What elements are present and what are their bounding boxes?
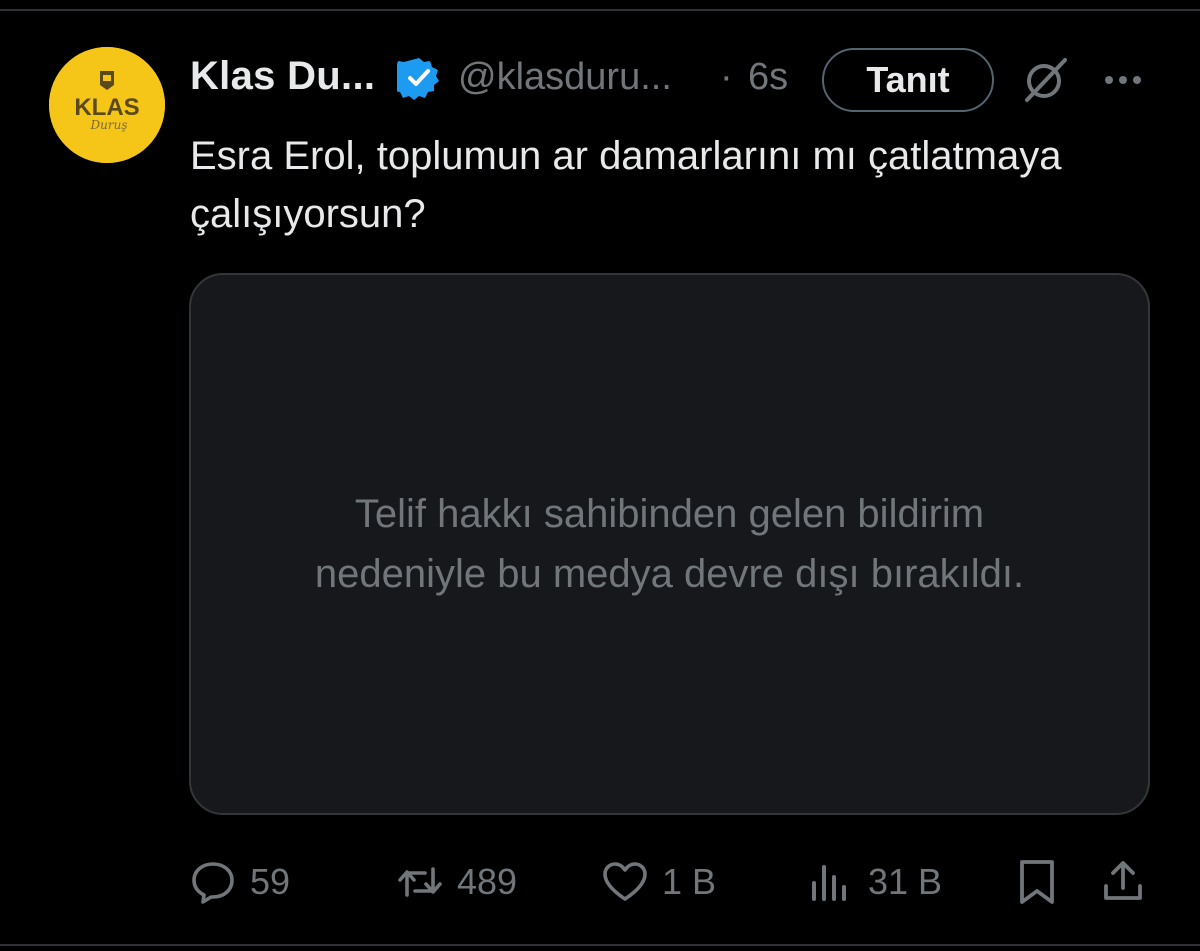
grok-slash-icon[interactable] bbox=[1018, 52, 1072, 106]
like-count: 1 B bbox=[662, 861, 717, 902]
promote-button[interactable]: Tanıt bbox=[822, 48, 994, 112]
svg-text:KLAS: KLAS bbox=[74, 94, 139, 121]
verified-badge-icon bbox=[397, 58, 439, 100]
views-button[interactable]: 31 B bbox=[808, 858, 942, 906]
reply-button[interactable]: 59 bbox=[190, 858, 290, 906]
views-chart-icon bbox=[812, 865, 846, 901]
repost-count: 489 bbox=[457, 861, 518, 902]
display-name[interactable]: Klas Du... bbox=[190, 54, 375, 99]
reply-icon bbox=[192, 862, 234, 904]
media-card[interactable]: Telif hakkı sahibinden gelen bildirim ne… bbox=[189, 273, 1150, 815]
repost-icon bbox=[398, 867, 442, 897]
more-horizontal-icon[interactable] bbox=[1100, 60, 1146, 100]
repost-button[interactable]: 489 bbox=[397, 858, 517, 906]
heart-icon bbox=[603, 862, 647, 901]
views-count: 31 B bbox=[868, 861, 943, 902]
klas-logo-icon: KLAS Duruş bbox=[49, 47, 165, 163]
avatar[interactable]: KLAS Duruş bbox=[49, 47, 165, 163]
tweet-header: Klas Du... @klasduru... · 6s Tanıt bbox=[190, 48, 1170, 112]
timestamp[interactable]: 6s bbox=[748, 56, 788, 99]
like-button[interactable]: 1 B bbox=[602, 858, 716, 906]
top-divider bbox=[0, 9, 1200, 11]
bookmark-icon[interactable] bbox=[1014, 858, 1060, 906]
separator-dot: · bbox=[720, 56, 733, 98]
handle[interactable]: @klasduru... bbox=[458, 56, 672, 99]
media-disabled-notice: Telif hakkı sahibinden gelen bildirim ne… bbox=[314, 492, 1025, 596]
bottom-divider bbox=[0, 944, 1200, 946]
share-icon[interactable] bbox=[1100, 858, 1146, 906]
reply-count: 59 bbox=[250, 861, 291, 902]
svg-text:Duruş: Duruş bbox=[90, 118, 128, 132]
tweet-text: Esra Erol, toplumun ar damarlarını mı ça… bbox=[190, 134, 1062, 236]
